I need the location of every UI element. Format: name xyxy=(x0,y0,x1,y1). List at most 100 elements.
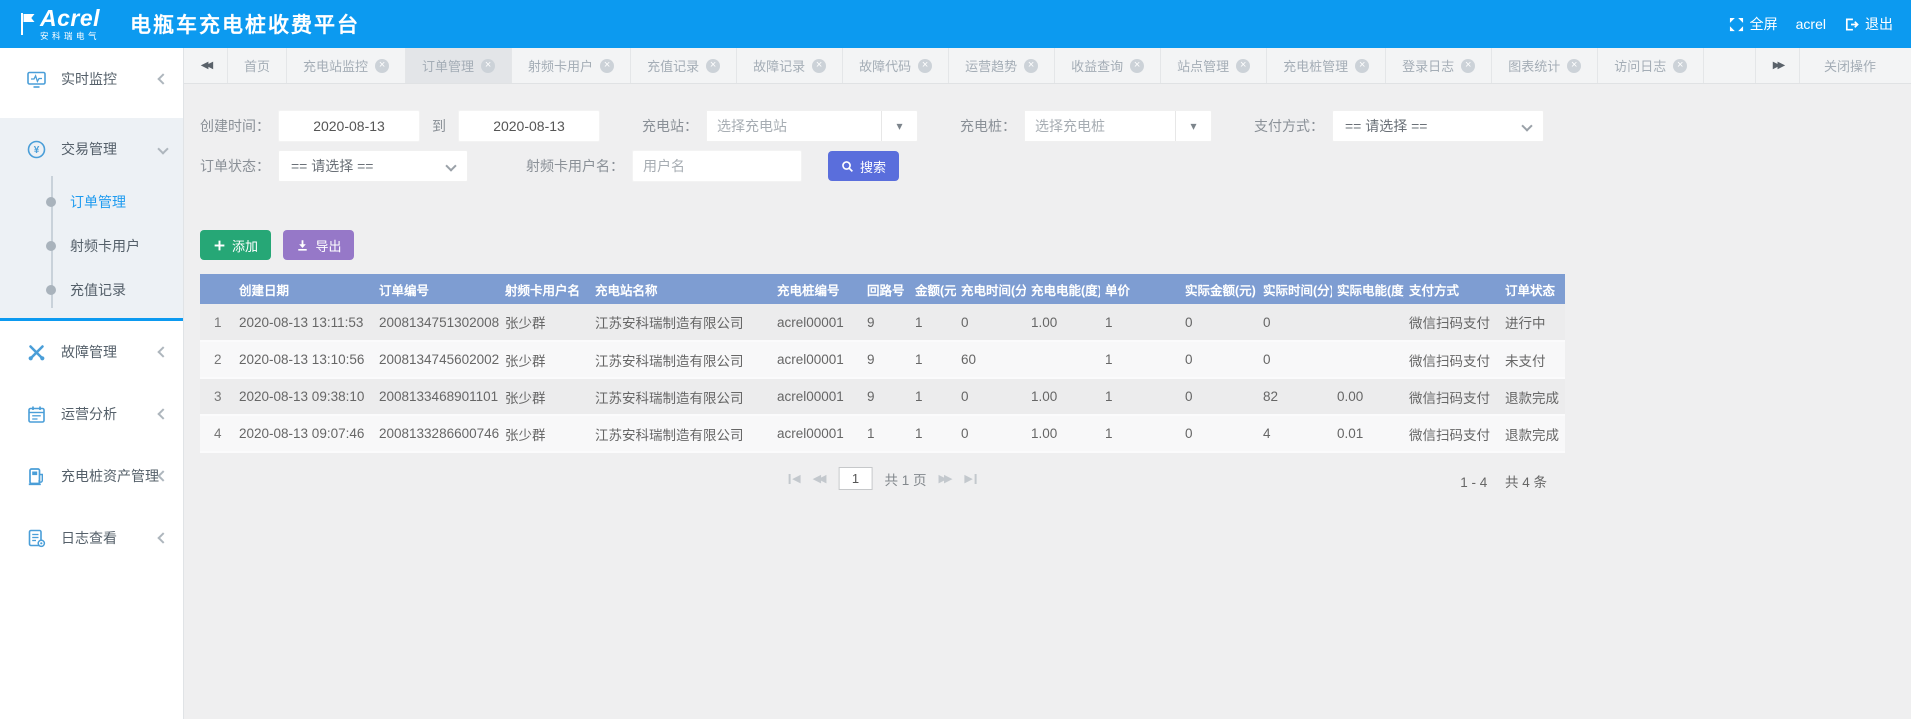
tab[interactable]: 运营趋势 xyxy=(949,48,1055,83)
tab[interactable]: 充值记录 xyxy=(631,48,737,83)
station-input[interactable] xyxy=(707,111,881,141)
column-header[interactable]: 金额(元 xyxy=(910,274,956,304)
date-from-input[interactable] xyxy=(278,110,420,142)
tab-close-icon[interactable] xyxy=(481,59,495,73)
sidebar-item[interactable]: 运营分析 xyxy=(0,383,183,445)
column-header[interactable]: 实际电能(度) xyxy=(1332,274,1404,304)
sidebar-item[interactable]: 故障管理 xyxy=(0,321,183,383)
plus-icon xyxy=(213,239,226,252)
sidebar-subitem[interactable]: 充值记录 xyxy=(0,268,183,312)
fullscreen-button[interactable]: 全屏 xyxy=(1729,14,1778,34)
pile-input[interactable] xyxy=(1025,111,1175,141)
tab-close-icon[interactable] xyxy=(1024,59,1038,73)
column-header[interactable]: 充电时间(分) xyxy=(956,274,1026,304)
tab-close-icon[interactable] xyxy=(600,59,614,73)
tab[interactable]: 首页 xyxy=(228,48,287,83)
column-header[interactable]: 实际金额(元) xyxy=(1180,274,1258,304)
search-button[interactable]: 搜索 xyxy=(828,151,899,181)
tab[interactable]: 订单管理 xyxy=(406,48,512,83)
tab-label: 站点管理 xyxy=(1177,56,1229,75)
station-dropdown-button[interactable] xyxy=(881,111,917,141)
tab[interactable]: 登录日志 xyxy=(1386,48,1492,83)
tab[interactable]: 充电桩管理 xyxy=(1267,48,1386,83)
sidebar-subitem[interactable]: 射频卡用户 xyxy=(0,224,183,268)
tabs-scroll-right-button[interactable]: ▶▶ xyxy=(1755,48,1799,83)
tab-close-icon[interactable] xyxy=(1673,59,1687,73)
tab[interactable]: 站点管理 xyxy=(1161,48,1267,83)
tabs-scroll-left-button[interactable]: ◀◀ xyxy=(184,48,228,83)
table-row[interactable]: 22020-08-13 13:10:562008134745602002张少群江… xyxy=(200,341,1565,378)
table-cell: 微信扫码支付 xyxy=(1404,378,1500,415)
filter-row-2: 订单状态： == 请选择 == 射频卡用户名： 搜索 xyxy=(200,150,1911,182)
charging-pile-icon xyxy=(26,466,47,487)
next-page-button[interactable]: ▶▶ xyxy=(939,472,953,485)
column-header[interactable]: 订单状态 xyxy=(1500,274,1565,304)
column-header[interactable]: 单价 xyxy=(1100,274,1180,304)
table-cell: 微信扫码支付 xyxy=(1404,415,1500,452)
tab-close-icon[interactable] xyxy=(706,59,720,73)
export-button[interactable]: 导出 xyxy=(283,230,354,260)
table-row[interactable]: 12020-08-13 13:11:532008134751302008张少群江… xyxy=(200,304,1565,341)
column-header[interactable]: 回路号 xyxy=(862,274,910,304)
tab-close-icon[interactable] xyxy=(375,59,389,73)
monitor-icon xyxy=(26,69,47,90)
tab-label: 故障记录 xyxy=(753,56,805,75)
tab-close-icon[interactable] xyxy=(1130,59,1144,73)
tab[interactable]: 收益查询 xyxy=(1055,48,1161,83)
table-cell: 0.00 xyxy=(1332,378,1404,415)
tab[interactable]: 射频卡用户 xyxy=(512,48,631,83)
column-header[interactable]: 订单编号 xyxy=(374,274,500,304)
table-cell: 82 xyxy=(1258,378,1332,415)
last-page-button[interactable]: ▶ xyxy=(964,472,976,485)
column-header[interactable]: 充电站名称 xyxy=(590,274,772,304)
date-to-input[interactable] xyxy=(458,110,600,142)
tab[interactable]: 故障记录 xyxy=(737,48,843,83)
tab-close-icon[interactable] xyxy=(1567,59,1581,73)
table-cell: 9 xyxy=(862,304,910,341)
logout-button[interactable]: 退出 xyxy=(1844,14,1893,34)
bullet-icon xyxy=(46,241,56,251)
sidebar-subitem-label: 订单管理 xyxy=(70,192,126,212)
table-row[interactable]: 32020-08-13 09:38:102008133468901101张少群江… xyxy=(200,378,1565,415)
column-header[interactable]: 创建日期 xyxy=(234,274,374,304)
tab[interactable]: 故障代码 xyxy=(843,48,949,83)
tab[interactable]: 充电站监控 xyxy=(287,48,406,83)
table-cell: 1.00 xyxy=(1026,415,1100,452)
sidebar-item[interactable]: 日志查看 xyxy=(0,507,183,569)
tab-close-icon[interactable] xyxy=(1461,59,1475,73)
first-page-button[interactable]: ◀ xyxy=(788,472,800,485)
table-cell: 1.00 xyxy=(1026,304,1100,341)
pay-method-select[interactable]: == 请选择 == xyxy=(1332,110,1544,142)
sidebar-item-label: 日志查看 xyxy=(61,528,159,548)
sidebar-subitem[interactable]: 订单管理 xyxy=(0,180,183,224)
prev-page-button[interactable]: ◀◀ xyxy=(813,472,827,485)
add-button[interactable]: 添加 xyxy=(200,230,271,260)
caret-down-icon xyxy=(896,117,902,135)
card-user-input[interactable] xyxy=(632,150,802,182)
column-header[interactable]: 实际时间(分) xyxy=(1258,274,1332,304)
tab-close-icon[interactable] xyxy=(812,59,826,73)
tab[interactable]: 访问日志 xyxy=(1598,48,1704,83)
sidebar-item[interactable]: ¥交易管理 xyxy=(0,118,183,180)
table-row[interactable]: 42020-08-13 09:07:462008133286600746张少群江… xyxy=(200,415,1565,452)
column-header[interactable]: 射频卡用户名 xyxy=(500,274,590,304)
table-cell xyxy=(1026,341,1100,378)
column-header[interactable] xyxy=(200,274,234,304)
tab[interactable]: 图表统计 xyxy=(1492,48,1598,83)
tab-close-icon[interactable] xyxy=(918,59,932,73)
column-header[interactable]: 支付方式 xyxy=(1404,274,1500,304)
fullscreen-icon xyxy=(1729,17,1744,32)
username[interactable]: acrel xyxy=(1796,16,1826,32)
pile-dropdown-button[interactable] xyxy=(1175,111,1211,141)
sidebar-item[interactable]: 实时监控 xyxy=(0,48,183,110)
page-number-input[interactable] xyxy=(838,467,872,490)
column-header[interactable]: 充电电能(度) xyxy=(1026,274,1100,304)
tab-close-icon[interactable] xyxy=(1236,59,1250,73)
close-operations-menu[interactable]: 关闭操作 xyxy=(1799,48,1911,83)
sidebar-item[interactable]: 充电桩资产管理 xyxy=(0,445,183,507)
column-header[interactable]: 充电桩编号 xyxy=(772,274,862,304)
table-cell: 张少群 xyxy=(500,304,590,341)
order-status-select[interactable]: == 请选择 == xyxy=(278,150,468,182)
tab-close-icon[interactable] xyxy=(1355,59,1369,73)
table-cell: 2008133468901101 xyxy=(374,378,500,415)
